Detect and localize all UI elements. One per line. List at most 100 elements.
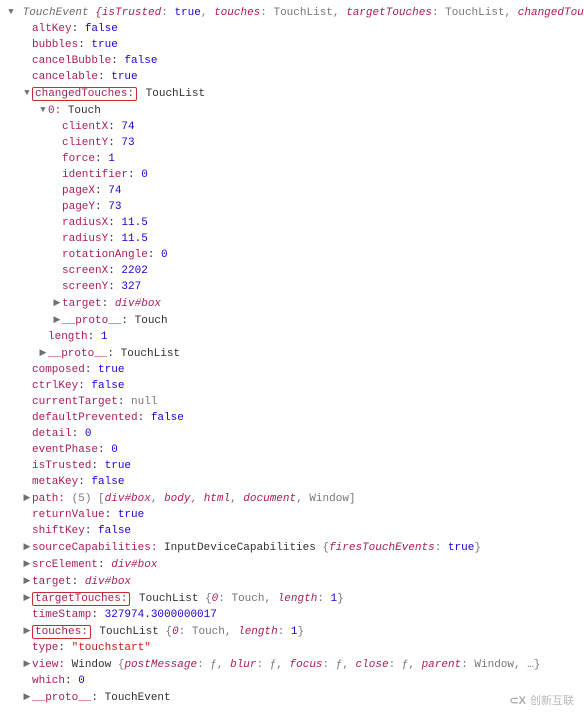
expand-arrow-icon[interactable]: ▼: [6, 4, 16, 20]
prop-metaKey[interactable]: metaKey: false: [0, 474, 584, 490]
prop-key: composed: [32, 364, 85, 376]
prop-key: targetTouches:: [35, 593, 127, 605]
tree-root[interactable]: ▼ TouchEvent {isTrusted: true, touches: …: [0, 4, 584, 21]
class-name: TouchEvent: [23, 7, 89, 19]
prop-value: 74: [121, 121, 134, 133]
prop-sourceCapabilities[interactable]: ▶sourceCapabilities: InputDeviceCapabili…: [0, 539, 584, 556]
class-name: Window: [72, 659, 112, 671]
prop-key: srcElement: [32, 559, 98, 571]
prop-targetTouches[interactable]: ▶targetTouches: TouchList {0: Touch, len…: [0, 590, 584, 607]
collapse-arrow-icon[interactable]: ▶: [22, 556, 32, 572]
prop-value: false: [91, 380, 124, 392]
prop-bubbles[interactable]: bubbles: true: [0, 37, 584, 53]
prop-key: cancelBubble: [32, 55, 111, 67]
prop-target[interactable]: ▶target: div#box: [0, 573, 584, 590]
prop-which[interactable]: which: 0: [0, 673, 584, 689]
prop-rotationAngle[interactable]: rotationAngle: 0: [0, 247, 584, 263]
prop-key: bubbles: [32, 39, 78, 51]
prop-ctrlKey[interactable]: ctrlKey: false: [0, 378, 584, 394]
prop-key: ctrlKey: [32, 380, 78, 392]
prop-altKey[interactable]: altKey: false: [0, 21, 584, 37]
prop-view[interactable]: ▶view: Window {postMessage: ƒ, blur: ƒ, …: [0, 656, 584, 673]
prop-clientY[interactable]: clientY: 73: [0, 135, 584, 151]
prop-type[interactable]: type: "touchstart": [0, 640, 584, 656]
prop-value: 0: [141, 169, 148, 181]
prop-length[interactable]: length: 1: [0, 329, 584, 345]
prop-composed[interactable]: composed: true: [0, 362, 584, 378]
prop-key: identifier: [62, 169, 128, 181]
prop-key: radiusX: [62, 217, 108, 229]
collapse-arrow-icon[interactable]: ▶: [22, 539, 32, 555]
prop-screenX[interactable]: screenX: 2202: [0, 263, 584, 279]
collapse-arrow-icon[interactable]: ▶: [38, 345, 48, 361]
prop-value: 11.5: [121, 217, 147, 229]
prop-value: 1: [101, 331, 108, 343]
prop-key: sourceCapabilities:: [32, 542, 157, 554]
prop-cancelBubble[interactable]: cancelBubble: false: [0, 53, 584, 69]
prop-currentTarget[interactable]: currentTarget: null: [0, 394, 584, 410]
prop-srcElement[interactable]: ▶srcElement: div#box: [0, 556, 584, 573]
collapse-arrow-icon[interactable]: ▶: [22, 689, 32, 705]
prop-key: touches:: [35, 626, 88, 638]
prop-key: altKey: [32, 23, 72, 35]
class-name: TouchList: [139, 593, 198, 605]
prop-key: metaKey: [32, 476, 78, 488]
prop-value: "touchstart": [72, 642, 151, 654]
collapse-arrow-icon[interactable]: ▶: [22, 573, 32, 589]
prop-value: 1: [108, 153, 115, 165]
prop-key: shiftKey: [32, 525, 85, 537]
prop-value: false: [124, 55, 157, 67]
prop-key: cancelable: [32, 71, 98, 83]
prop-proto[interactable]: ▶__proto__: TouchList: [0, 345, 584, 362]
array-preview: [div#box, body, html, document, Window]: [98, 493, 355, 505]
collapse-arrow-icon[interactable]: ▶: [52, 312, 62, 328]
prop-radiusX[interactable]: radiusX: 11.5: [0, 215, 584, 231]
prop-returnValue[interactable]: returnValue: true: [0, 507, 584, 523]
prop-isTrusted[interactable]: isTrusted: true: [0, 458, 584, 474]
prop-shiftKey[interactable]: shiftKey: false: [0, 523, 584, 539]
object-preview: {firesTouchEvents: true}: [322, 542, 480, 554]
collapse-arrow-icon[interactable]: ▶: [22, 490, 32, 506]
prop-key: pageY: [62, 201, 95, 213]
prop-pageX[interactable]: pageX: 74: [0, 183, 584, 199]
prop-clientX[interactable]: clientX: 74: [0, 119, 584, 135]
collapse-arrow-icon[interactable]: ▶: [22, 656, 32, 672]
prop-key: screenX: [62, 265, 108, 277]
prop-value: 327: [121, 281, 141, 293]
collapse-arrow-icon[interactable]: ▶: [52, 295, 62, 311]
prop-radiusY[interactable]: radiusY: 11.5: [0, 231, 584, 247]
prop-proto[interactable]: ▶__proto__: TouchEvent: [0, 689, 584, 706]
prop-changedTouches[interactable]: ▼changedTouches: TouchList: [0, 85, 584, 102]
prop-defaultPrevented[interactable]: defaultPrevented: false: [0, 410, 584, 426]
prop-key: changedTouches:: [35, 88, 134, 100]
expand-arrow-icon[interactable]: ▼: [22, 85, 32, 101]
prop-timeStamp[interactable]: timeStamp: 327974.3000000017: [0, 607, 584, 623]
prop-key: rotationAngle: [62, 249, 148, 261]
collapse-arrow-icon[interactable]: ▶: [22, 623, 32, 639]
prop-proto[interactable]: ▶__proto__: Touch: [0, 312, 584, 329]
prop-screenY[interactable]: screenY: 327: [0, 279, 584, 295]
touchlist-item-0[interactable]: ▼0: Touch: [0, 102, 584, 119]
prop-key: pageX: [62, 185, 95, 197]
prop-key: isTrusted: [32, 460, 91, 472]
prop-cancelable[interactable]: cancelable: true: [0, 69, 584, 85]
prop-pageY[interactable]: pageY: 73: [0, 199, 584, 215]
prop-key: path:: [32, 493, 65, 505]
prop-identifier[interactable]: identifier: 0: [0, 167, 584, 183]
prop-value: 0: [161, 249, 168, 261]
expand-arrow-icon[interactable]: ▼: [38, 102, 48, 118]
logo-icon: ⊂X: [509, 693, 526, 709]
prop-eventPhase[interactable]: eventPhase: 0: [0, 442, 584, 458]
prop-key: clientX: [62, 121, 108, 133]
prop-detail[interactable]: detail: 0: [0, 426, 584, 442]
prop-path[interactable]: ▶path: (5) [div#box, body, html, documen…: [0, 490, 584, 507]
prop-value: 11.5: [121, 233, 147, 245]
collapse-arrow-icon[interactable]: ▶: [22, 590, 32, 606]
prop-force[interactable]: force: 1: [0, 151, 584, 167]
prop-value: true: [111, 71, 137, 83]
prop-touches[interactable]: ▶touches: TouchList {0: Touch, length: 1…: [0, 623, 584, 640]
prop-value: div#box: [111, 559, 157, 571]
prop-value: false: [98, 525, 131, 537]
prop-target[interactable]: ▶target: div#box: [0, 295, 584, 312]
prop-value: false: [151, 412, 184, 424]
